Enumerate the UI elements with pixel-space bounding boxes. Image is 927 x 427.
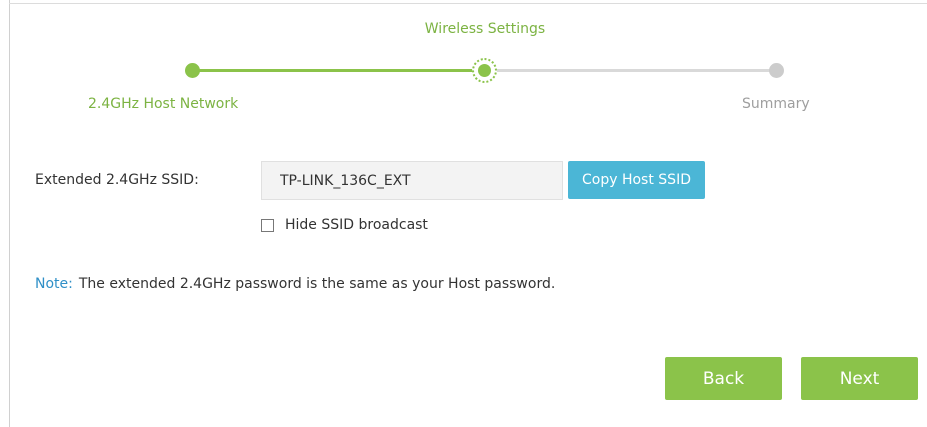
panel-left-border — [9, 0, 10, 427]
ssid-input[interactable] — [261, 161, 563, 200]
ssid-field-label: Extended 2.4GHz SSID: — [35, 172, 199, 188]
panel-top-border — [9, 3, 927, 4]
next-button[interactable]: Next — [801, 357, 918, 400]
step-dot-wireless-settings — [472, 58, 497, 83]
current-step-title: Wireless Settings — [424, 21, 546, 37]
stepper-track-completed — [192, 69, 484, 72]
password-note: Note: The extended 2.4GHz password is the… — [35, 276, 555, 292]
stepper-track-remaining — [484, 69, 776, 72]
hide-ssid-label[interactable]: Hide SSID broadcast — [285, 217, 428, 233]
step-dot-current-inner — [478, 64, 491, 77]
hide-ssid-checkbox[interactable] — [261, 218, 274, 232]
step-dot-host-network — [185, 63, 200, 78]
note-prefix: Note: — [35, 276, 73, 292]
note-text: The extended 2.4GHz password is the same… — [78, 276, 556, 292]
step-label-summary: Summary — [742, 96, 810, 112]
wizard-panel: Wireless Settings 2.4GHz Host Network Su… — [0, 0, 927, 427]
back-button[interactable]: Back — [665, 357, 782, 400]
hide-ssid-option[interactable]: Hide SSID broadcast — [261, 216, 428, 234]
step-dot-summary — [769, 63, 784, 78]
copy-host-ssid-button[interactable]: Copy Host SSID — [568, 161, 705, 199]
step-label-host-network: 2.4GHz Host Network — [88, 96, 239, 112]
